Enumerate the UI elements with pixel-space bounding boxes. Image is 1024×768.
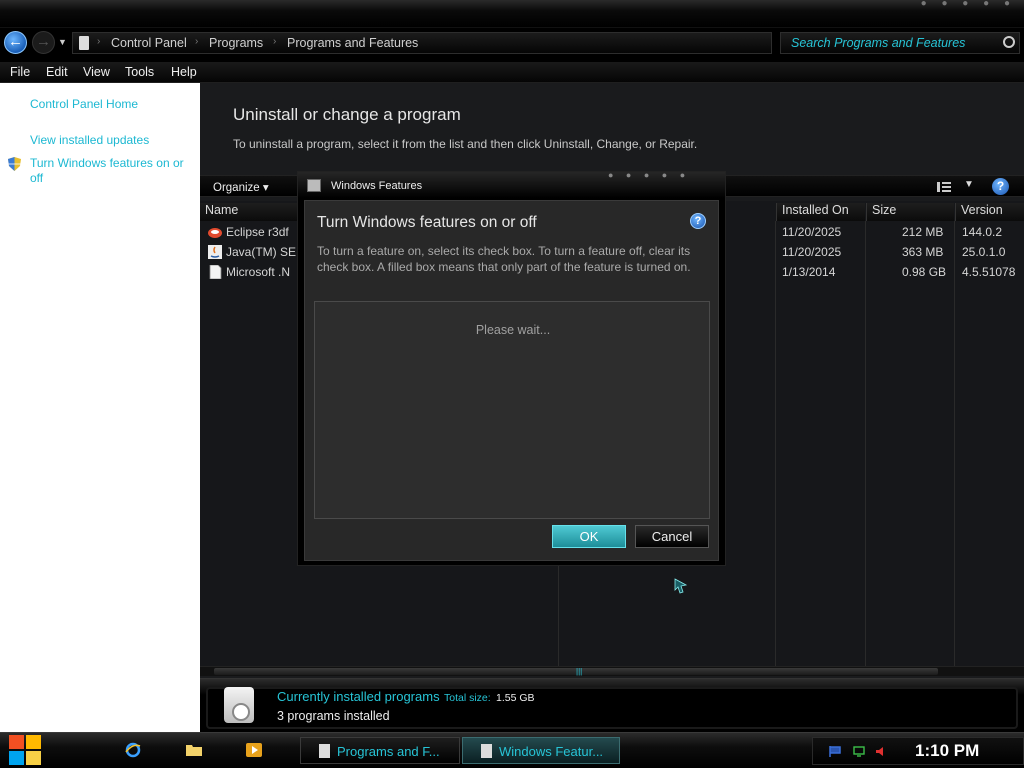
- program-count: 3 programs installed: [277, 709, 390, 723]
- dialog-window-title: Windows Features: [331, 180, 423, 192]
- windows-features-icon: [481, 744, 492, 758]
- organize-button[interactable]: Organize ▾: [213, 180, 269, 194]
- document-icon: [209, 265, 222, 279]
- dialog-window-controls[interactable]: ● ● ● ● ●: [608, 170, 690, 180]
- dialog-heading: Turn Windows features on or off: [317, 214, 537, 231]
- scrollbar-grip-icon: |||: [576, 667, 583, 676]
- view-options-icon[interactable]: [937, 182, 951, 192]
- program-name: Microsoft .N: [226, 265, 291, 279]
- taskbar-item-label: Programs and F...: [337, 744, 440, 759]
- taskbar: Programs and F... Windows Featur... 1:10…: [0, 732, 1024, 768]
- windows-features-dialog: Windows Features ● ● ● ● ● Turn Windows …: [297, 170, 726, 566]
- task-pane: Control Panel Home View installed update…: [0, 83, 200, 732]
- eclipse-icon: [208, 228, 222, 238]
- back-arrow-icon[interactable]: ←: [4, 31, 27, 54]
- menu-edit[interactable]: Edit: [46, 65, 68, 79]
- dialog-body: Turn Windows features on or off ? To tur…: [304, 200, 719, 561]
- menu-file[interactable]: File: [10, 65, 30, 79]
- installed-programs-icon: [224, 687, 254, 723]
- taskbar-item-label: Windows Featur...: [499, 744, 604, 759]
- clock[interactable]: 1:10 PM: [915, 741, 979, 761]
- system-tray: 1:10 PM: [812, 737, 1024, 765]
- breadcrumb-control-panel[interactable]: Control Panel: [111, 36, 187, 50]
- menu-help[interactable]: Help: [171, 65, 197, 79]
- program-size: 0.98 GB: [902, 265, 947, 279]
- window-titlebar: ● ● ● ● ●: [0, 0, 1024, 28]
- program-name: Eclipse r3df: [226, 225, 289, 239]
- view-installed-updates-link[interactable]: View installed updates: [30, 133, 149, 147]
- help-icon[interactable]: ?: [690, 213, 706, 229]
- control-panel-icon: [79, 36, 89, 50]
- dialog-description: To turn a feature on, select its check b…: [317, 244, 691, 274]
- search-icon[interactable]: [1003, 36, 1015, 48]
- action-center-flag-icon[interactable]: [829, 746, 841, 757]
- taskbar-item-programs-and-features[interactable]: Programs and F...: [300, 737, 460, 764]
- features-list[interactable]: Please wait...: [314, 301, 710, 519]
- menu-bar: File Edit View Tools Help: [0, 62, 1024, 83]
- windows-logo-icon[interactable]: [9, 735, 43, 767]
- page-title: Uninstall or change a program: [233, 105, 461, 124]
- breadcrumb-programs-and-features[interactable]: Programs and Features: [287, 36, 418, 50]
- program-size: 363 MB: [902, 245, 944, 259]
- forward-arrow-icon[interactable]: →: [32, 31, 55, 54]
- help-icon[interactable]: ?: [992, 178, 1009, 195]
- control-panel-home-link[interactable]: Control Panel Home: [30, 97, 138, 111]
- column-header-size[interactable]: Size: [866, 203, 954, 221]
- menu-tools[interactable]: Tools: [125, 65, 154, 79]
- search-input[interactable]: Search Programs and Features: [780, 32, 1020, 54]
- control-panel-icon: [319, 744, 330, 758]
- media-player-icon[interactable]: [246, 742, 262, 758]
- column-header-installed-on[interactable]: Installed On: [776, 203, 865, 221]
- navigation-bar: ← → ▼ › Control Panel › Programs › Progr…: [0, 28, 1024, 62]
- program-version: 144.0.2: [962, 225, 1003, 239]
- organize-label: Organize: [213, 182, 260, 194]
- address-bar[interactable]: › Control Panel › Programs › Programs an…: [72, 32, 772, 54]
- program-size: 212 MB: [902, 225, 944, 239]
- java-icon: [208, 245, 222, 259]
- search-placeholder: Search Programs and Features: [791, 36, 966, 50]
- program-version: 25.0.1.0: [962, 245, 1006, 259]
- mouse-cursor-icon: [674, 578, 688, 594]
- breadcrumb-programs[interactable]: Programs: [209, 36, 263, 50]
- installed-on: 1/13/2014: [782, 265, 836, 279]
- dialog-titlebar[interactable]: Windows Features ● ● ● ● ●: [298, 170, 725, 198]
- shield-icon: [8, 157, 21, 171]
- turn-windows-features-link-continued[interactable]: off: [30, 171, 43, 185]
- ie-icon[interactable]: [125, 742, 141, 758]
- ok-button[interactable]: OK: [552, 525, 626, 548]
- page-description: To uninstall a program, select it from t…: [233, 137, 698, 151]
- column-header-name[interactable]: Name: [200, 203, 300, 221]
- currently-installed-label: Currently installed programs: [277, 689, 440, 704]
- taskbar-item-windows-features[interactable]: Windows Featur...: [462, 737, 620, 764]
- total-size-value: 1.55 GB: [496, 692, 535, 704]
- details-pane: Currently installed programs Total size:…: [200, 678, 1024, 732]
- program-name: Java(TM) SE: [226, 245, 297, 259]
- turn-windows-features-link[interactable]: Turn Windows features on or: [30, 156, 184, 170]
- folder-icon[interactable]: [186, 742, 202, 758]
- cancel-button[interactable]: Cancel: [635, 525, 709, 548]
- installed-on: 11/20/2025: [782, 245, 842, 259]
- volume-icon[interactable]: [875, 746, 887, 757]
- network-icon[interactable]: [853, 746, 865, 757]
- total-size-label: Total size:: [444, 692, 491, 704]
- recent-pages-chevron-icon[interactable]: ▼: [58, 37, 67, 47]
- windows-features-icon: [307, 179, 321, 192]
- view-dropdown-chevron-icon[interactable]: ▼: [964, 179, 974, 190]
- horizontal-scrollbar[interactable]: |||: [200, 666, 1024, 676]
- column-header-version[interactable]: Version: [955, 203, 1024, 221]
- installed-on: 11/20/2025: [782, 225, 842, 239]
- program-version: 4.5.51078: [962, 265, 1016, 279]
- menu-view[interactable]: View: [83, 65, 110, 79]
- window-controls[interactable]: ● ● ● ● ●: [921, 0, 1016, 9]
- loading-message: Please wait...: [475, 323, 551, 337]
